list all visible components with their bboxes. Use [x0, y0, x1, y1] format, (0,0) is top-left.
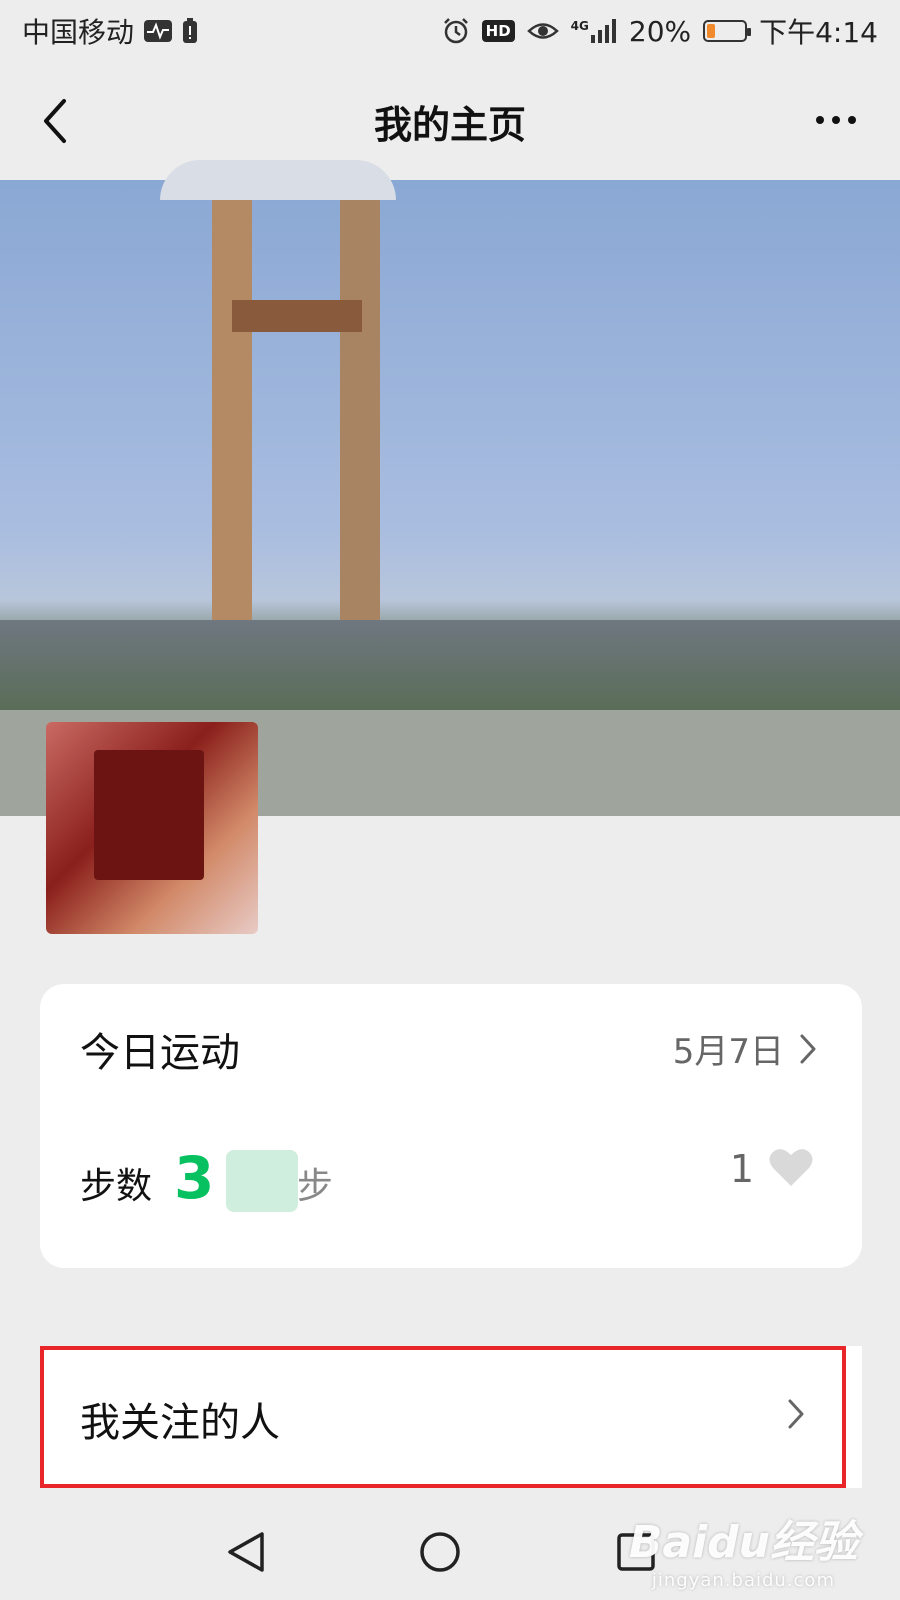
heart-icon[interactable]: [768, 1146, 814, 1192]
battery-icon: [703, 20, 752, 42]
cover-photo-detail: [0, 620, 900, 710]
more-dot: [816, 116, 824, 124]
cover-photo-detail: [232, 300, 362, 332]
top-nav-bar: 我的主页: [0, 62, 900, 180]
eye-comfort-icon: [526, 20, 559, 42]
cover-photo[interactable]: [0, 180, 900, 816]
steps-unit: 步: [296, 1166, 333, 1207]
cover-photo-edge: [160, 160, 396, 200]
sport-date[interactable]: 5月7日: [673, 1024, 818, 1073]
back-arrow-icon[interactable]: [30, 92, 80, 150]
watermark-main: Baidu经验: [628, 1517, 858, 1568]
avatar-detail: [94, 750, 204, 880]
today-sport-card[interactable]: 今日运动 5月7日 步数 3 5 步 1: [40, 984, 862, 1268]
steps-label: 步数: [80, 1166, 153, 1207]
alarm-clock-icon: [442, 17, 470, 45]
avatar[interactable]: [46, 722, 258, 934]
following-label: 我关注的人: [80, 1400, 280, 1446]
network-type: 4G: [570, 19, 589, 33]
hd-badge: HD: [481, 20, 515, 42]
steps-value: 3 5: [174, 1144, 299, 1212]
baidu-watermark: Baidu经验 jingyan.baidu.com: [629, 1506, 858, 1591]
more-dot: [848, 116, 856, 124]
notification-alert-icon: [182, 18, 198, 44]
chevron-right-icon: [786, 1398, 806, 1434]
sport-date-label: 5月7日: [672, 1032, 784, 1072]
steps-row: 步数 3 5 步: [80, 1144, 333, 1212]
more-dots-icon[interactable]: [806, 100, 866, 140]
likes-count: 1: [729, 1147, 754, 1191]
activity-icon: [144, 20, 173, 42]
clock-time: 下午4:14: [759, 16, 878, 49]
likes[interactable]: 1: [730, 1146, 814, 1192]
signal-icon: 4G: [571, 19, 617, 43]
chevron-right-icon: [798, 1033, 818, 1065]
triangle-back-icon[interactable]: [216, 1522, 276, 1582]
battery-percent: 20%: [628, 14, 692, 48]
more-dot: [832, 116, 840, 124]
status-bar: 中国移动 HD 4G 20% 下午4:14: [0, 0, 900, 62]
following-row[interactable]: 我关注的人: [40, 1346, 862, 1488]
carrier-name: 中国移动: [22, 16, 135, 49]
page-title: 我的主页: [373, 102, 526, 147]
battery-level: [707, 24, 716, 38]
sport-card-title: 今日运动: [80, 1030, 240, 1076]
steps-redaction: [226, 1150, 299, 1212]
circle-home-icon[interactable]: [410, 1522, 470, 1582]
watermark-sub: jingyan.baidu.com: [651, 1570, 835, 1591]
